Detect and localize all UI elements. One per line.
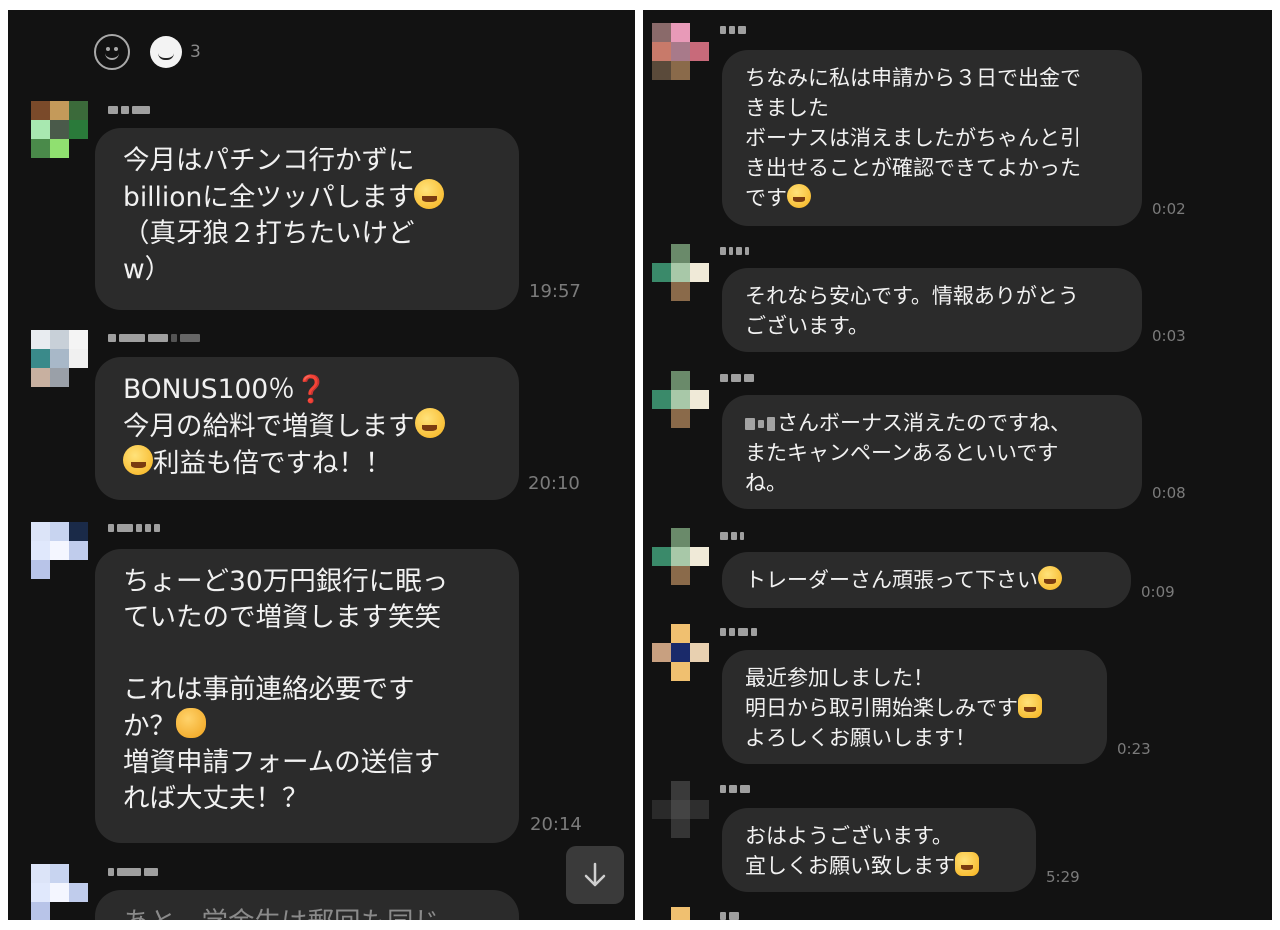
message-time: 5:29 <box>1046 868 1080 886</box>
sender-name <box>108 866 158 878</box>
kiss-emoji-icon <box>787 184 811 208</box>
message-bubble[interactable]: BONUS100％❓ 今月の給料で増資します 利益も倍ですね！！ <box>95 357 519 500</box>
thinking-emoji-icon <box>176 708 206 738</box>
avatar[interactable] <box>31 101 88 158</box>
message-bubble[interactable]: あと、学金生は郵回も同じ <box>95 890 519 920</box>
flexed-arm-emoji-icon <box>1018 694 1042 718</box>
redacted-name <box>745 414 775 434</box>
arrow-down-icon <box>584 862 606 887</box>
avatar[interactable] <box>652 781 709 838</box>
right-chat-panel: ちなみに私は申請から３日で出金で きました ボーナスは消えましたがちゃんと引 き… <box>643 10 1272 920</box>
scroll-down-button[interactable] <box>566 846 624 904</box>
reaction-bar: 3 <box>94 34 201 70</box>
hug-emoji-icon <box>1037 566 1062 590</box>
rofl-emoji-icon <box>414 179 445 209</box>
sender-name <box>108 332 200 344</box>
avatar[interactable] <box>652 624 709 681</box>
grin-emoji-icon <box>123 445 153 475</box>
message-time: 0:02 <box>1152 200 1186 218</box>
avatar[interactable] <box>652 244 709 301</box>
message-bubble[interactable]: 最近参加しました！ 明日から取引開始楽しみです よろしくお願いします！ <box>722 650 1107 764</box>
sender-name <box>720 24 746 36</box>
message-time: 19:57 <box>529 281 581 302</box>
avatar[interactable] <box>652 371 709 428</box>
left-chat-panel: 3 今月はパチンコ行かずに billionに全ツッパします （真牙狼２打ちたいけ… <box>8 10 635 920</box>
avatar[interactable] <box>31 330 88 387</box>
sender-name <box>720 245 749 257</box>
sender-name <box>720 783 750 795</box>
message-time: 0:03 <box>1152 327 1186 345</box>
reaction-face-icon[interactable] <box>150 36 182 68</box>
message-time: 20:10 <box>528 473 580 494</box>
message-bubble[interactable]: ちなみに私は申請から３日で出金で きました ボーナスは消えましたがちゃんと引 き… <box>722 50 1142 226</box>
raising-hands-emoji-icon <box>955 852 979 876</box>
question-mark-icon: ❓ <box>294 374 328 405</box>
avatar[interactable] <box>652 23 709 80</box>
sender-name <box>108 104 150 116</box>
message-time: 0:23 <box>1117 740 1151 758</box>
reaction-count: 3 <box>190 42 201 62</box>
message-time: 20:14 <box>530 814 582 835</box>
avatar[interactable] <box>652 907 709 920</box>
message-bubble[interactable]: トレーダーさん頑張って下さい <box>722 552 1131 608</box>
avatar[interactable] <box>31 522 88 579</box>
message-bubble[interactable]: さんボーナス消えたのですね、 またキャンペーンあるといいです ね。 <box>722 395 1142 509</box>
sender-name <box>720 372 754 384</box>
message-time: 0:08 <box>1152 484 1186 502</box>
message-bubble[interactable]: おはようございます。 宜しくお願い致します <box>722 808 1036 892</box>
sender-name <box>720 530 744 542</box>
sender-name <box>108 522 160 534</box>
message-bubble[interactable]: 今月はパチンコ行かずに billionに全ツッパします （真牙狼２打ちたいけど … <box>95 128 519 310</box>
message-bubble[interactable]: ちょーど30万円銀行に眠っ ていたので増資します笑笑 これは事前連絡必要です か… <box>95 549 519 843</box>
avatar[interactable] <box>31 864 88 920</box>
grin-emoji-icon <box>414 408 445 438</box>
message-bubble[interactable]: それなら安心です。情報ありがとう ございます。 <box>722 268 1142 352</box>
avatar[interactable] <box>652 528 709 585</box>
message-time: 0:09 <box>1141 583 1175 601</box>
smiley-icon[interactable] <box>94 34 130 70</box>
sender-name <box>720 626 757 638</box>
sender-name <box>720 910 739 920</box>
